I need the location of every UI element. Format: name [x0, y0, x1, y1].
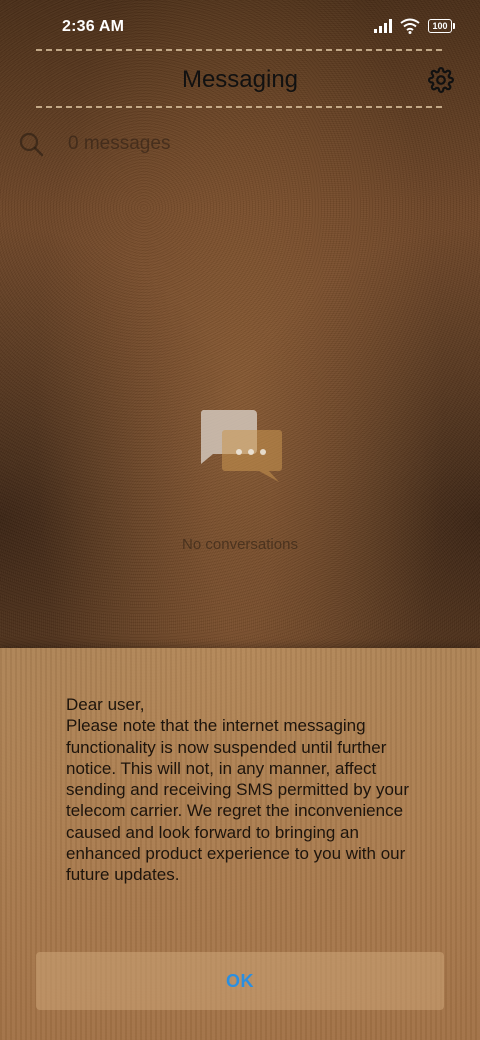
- dialog-message: Dear user, Please note that the internet…: [66, 695, 410, 885]
- empty-state-label: No conversations: [182, 536, 298, 553]
- battery-icon: 100: [428, 19, 455, 33]
- page-title: Messaging: [181, 66, 299, 93]
- stitch-divider-bottom: [36, 106, 442, 108]
- notice-dialog: Dear user, Please note that the internet…: [0, 648, 480, 1040]
- chat-bubble-icon: [200, 410, 282, 482]
- signal-icon: [374, 19, 392, 33]
- search-bar[interactable]: 0 messages: [18, 126, 458, 162]
- gear-icon[interactable]: [428, 67, 454, 93]
- status-icons: 100: [374, 18, 455, 34]
- status-time: 2:36 AM: [62, 18, 125, 35]
- wifi-icon: [400, 18, 420, 34]
- search-input[interactable]: 0 messages: [68, 133, 170, 155]
- app-header: Messaging: [0, 46, 480, 112]
- search-icon: [19, 132, 44, 157]
- empty-state: No conversations: [0, 408, 480, 553]
- messaging-screen: 2:36 AM 100 Messaging 0 messages No conv…: [0, 0, 480, 1040]
- stitch-divider-top: [36, 49, 442, 51]
- ok-button[interactable]: OK: [36, 952, 444, 1010]
